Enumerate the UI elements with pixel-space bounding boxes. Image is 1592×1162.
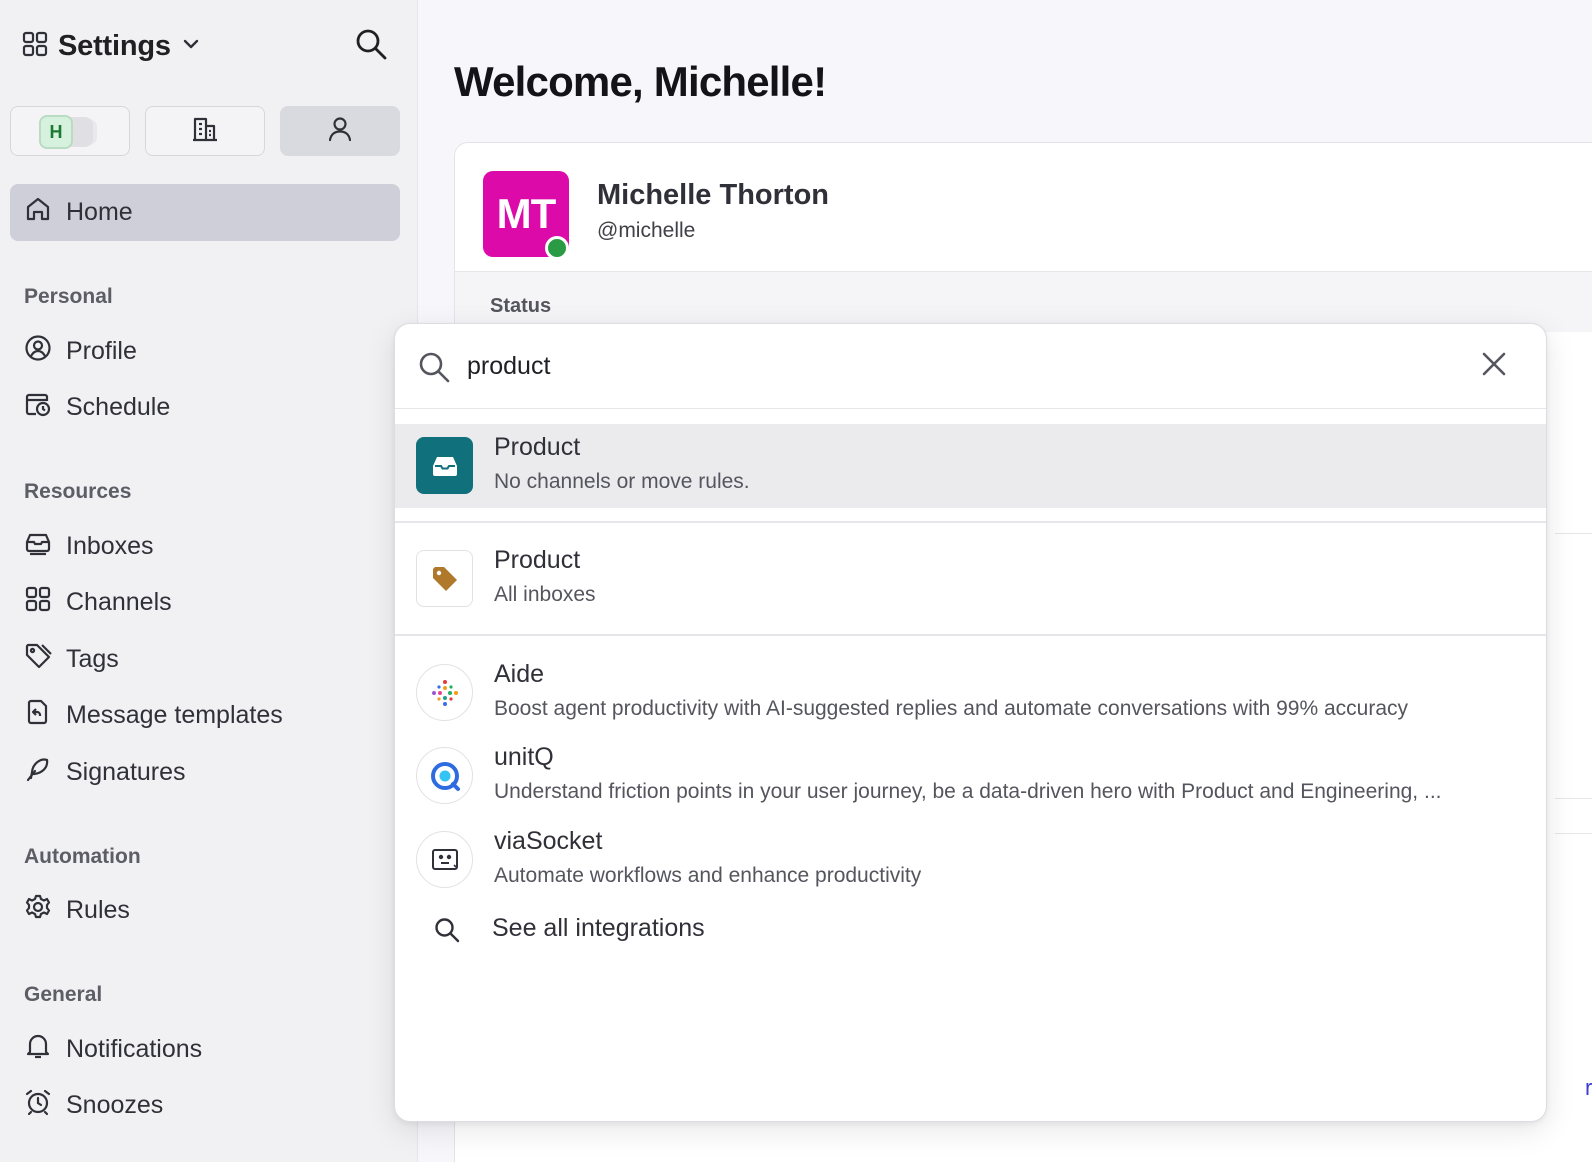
section-label-personal: Personal [24,285,113,308]
bell-icon [24,1032,52,1067]
partial-link[interactable]: rea [1585,1075,1592,1101]
sidebar-item-label: Home [66,198,133,226]
sidebar-item-signatures[interactable]: Signatures [10,748,400,796]
feather-icon [24,755,52,790]
search-result-integration-unitq[interactable]: unitQ Understand friction points in your… [395,734,1546,818]
clear-search-button[interactable] [1478,350,1510,382]
section-label-general: General [24,983,103,1006]
inbox-stack-icon [24,529,52,564]
result-subtitle: All inboxes [494,583,596,606]
result-subtitle: Automate workflows and enhance productiv… [494,864,922,887]
inbox-icon [416,437,473,494]
alarm-clock-icon [24,1088,52,1123]
calendar-clock-icon [24,390,52,425]
presence-indicator [545,236,569,260]
result-title: unitQ [494,743,554,771]
result-title: viaSocket [494,827,603,855]
see-all-label: See all integrations [492,914,705,942]
result-subtitle: Boost agent productivity with AI-suggest… [494,697,1409,720]
sidebar-item-label: Profile [66,336,137,365]
sidebar-header: Settings [22,26,391,66]
viasocket-logo-icon [416,831,473,888]
sidebar-item-label: Schedule [66,392,171,421]
search-result-integration-aide[interactable]: Aide Boost agent productivity with AI-su… [395,651,1546,735]
document-reply-icon [24,698,52,733]
sidebar-item-label: Channels [66,587,172,616]
settings-menu-toggle[interactable]: Settings [22,30,201,63]
divider [395,634,1546,636]
result-title: Product [494,546,581,574]
result-subtitle: Understand friction points in your user … [494,780,1442,803]
home-icon [24,195,52,230]
close-icon [1481,351,1507,382]
divider [1555,533,1592,534]
see-all-integrations-link[interactable]: See all integrations [395,908,1546,952]
divider [395,521,1546,523]
user-icon [326,115,354,148]
sidebar-item-home[interactable]: Home [10,184,400,241]
status-label: Status [490,295,552,317]
personal-switch-button[interactable] [280,106,400,156]
sidebar-item-label: Signatures [66,757,186,786]
sidebar-item-tags[interactable]: Tags [10,635,400,683]
sidebar-item-label: Inboxes [66,531,154,560]
section-label-resources: Resources [24,480,132,503]
user-handle: @michelle [597,219,696,242]
sidebar-item-message-templates[interactable]: Message templates [10,691,400,739]
user-circle-icon [24,334,52,369]
divider [1555,833,1592,834]
search-result-tag[interactable]: Product All inboxes [395,537,1546,621]
search-bar [395,324,1546,409]
search-icon [433,916,461,949]
result-title: Product [494,433,581,461]
sidebar-search-button[interactable] [351,26,391,66]
team-badge: H [39,115,73,149]
sidebar-item-snoozes[interactable]: Snoozes [10,1081,400,1129]
team-switch-button[interactable]: H [10,106,130,156]
sidebar-item-profile[interactable]: Profile [10,327,400,375]
grid-icon [24,585,52,620]
tag-icon [416,550,473,607]
sidebar-item-label: Tags [66,644,119,673]
sidebar-item-label: Message templates [66,700,283,729]
sidebar-item-rules[interactable]: Rules [10,886,400,934]
search-icon [417,350,451,389]
company-switch-button[interactable] [145,106,265,156]
page-title: Welcome, Michelle! [454,58,827,105]
building-icon [191,115,219,148]
sidebar-item-label: Snoozes [66,1090,164,1119]
settings-sidebar: Settings H Home Personal Profile Schedul… [0,0,418,1162]
sidebar-item-channels[interactable]: Channels [10,578,400,626]
tag-icon [24,642,52,677]
section-label-automation: Automation [24,845,141,868]
sidebar-item-notifications[interactable]: Notifications [10,1025,400,1073]
unitq-logo-icon [416,747,473,804]
sidebar-item-label: Notifications [66,1034,203,1063]
search-result-integration-viasocket[interactable]: viaSocket Automate workflows and enhance… [395,818,1546,902]
sidebar-title: Settings [58,29,171,62]
search-input[interactable] [467,344,1447,388]
search-icon [354,27,388,66]
result-subtitle: No channels or move rules. [494,470,750,493]
result-title: Aide [494,660,545,688]
search-result-inbox[interactable]: Product No channels or move rules. [395,424,1546,508]
chevron-down-icon [181,34,201,59]
aide-logo-icon [416,664,473,721]
user-name: Michelle Thorton [597,179,829,211]
divider [1555,798,1592,799]
search-dialog: Product No channels or move rules. Produ… [394,323,1547,1122]
gear-icon [24,893,52,928]
sidebar-item-label: Rules [66,895,130,924]
sidebar-item-inboxes[interactable]: Inboxes [10,522,400,570]
sidebar-item-schedule[interactable]: Schedule [10,383,400,431]
scope-switcher: H [10,106,400,156]
grid-icon [22,31,48,62]
